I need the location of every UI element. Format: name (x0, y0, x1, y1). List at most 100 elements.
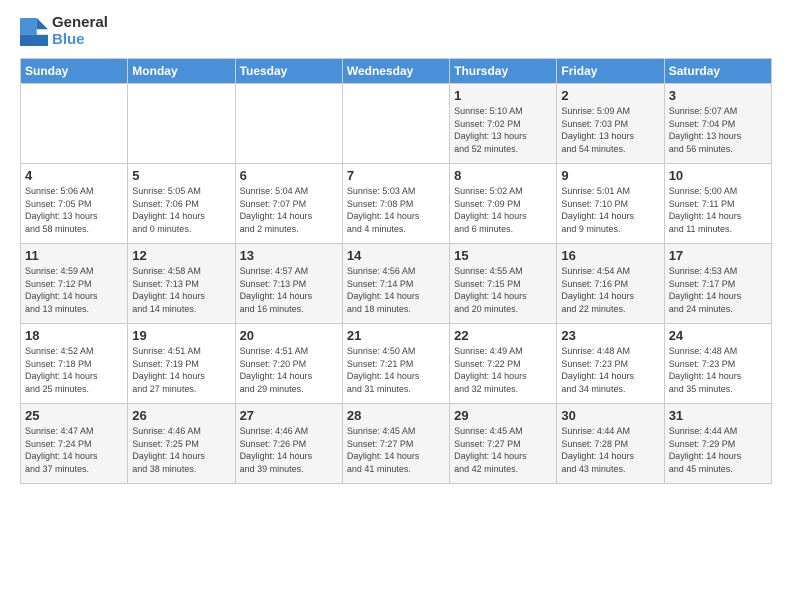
day-info: Sunrise: 5:00 AM Sunset: 7:11 PM Dayligh… (669, 185, 767, 235)
calendar-cell: 18 Sunrise: 4:52 AM Sunset: 7:18 PM Dayli… (21, 324, 128, 404)
calendar-cell: 28 Sunrise: 4:45 AM Sunset: 7:27 PM Dayli… (342, 404, 449, 484)
calendar-cell: 14 Sunrise: 4:56 AM Sunset: 7:14 PM Dayli… (342, 244, 449, 324)
weekday-header-friday: Friday (557, 59, 664, 84)
day-number: 18 (25, 328, 123, 343)
calendar-cell: 2 Sunrise: 5:09 AM Sunset: 7:03 PM Daylig… (557, 84, 664, 164)
day-info: Sunrise: 5:09 AM Sunset: 7:03 PM Dayligh… (561, 105, 659, 155)
calendar-cell: 11 Sunrise: 4:59 AM Sunset: 7:12 PM Dayli… (21, 244, 128, 324)
day-info: Sunrise: 4:48 AM Sunset: 7:23 PM Dayligh… (669, 345, 767, 395)
day-info: Sunrise: 4:57 AM Sunset: 7:13 PM Dayligh… (240, 265, 338, 315)
day-info: Sunrise: 4:46 AM Sunset: 7:25 PM Dayligh… (132, 425, 230, 475)
day-info: Sunrise: 4:44 AM Sunset: 7:28 PM Dayligh… (561, 425, 659, 475)
weekday-header-wednesday: Wednesday (342, 59, 449, 84)
logo: General Blue (20, 15, 108, 48)
calendar-cell: 31Sunrise: 4:44 AM Sunset: 7:29 PM Dayli… (664, 404, 771, 484)
calendar-cell: 19 Sunrise: 4:51 AM Sunset: 7:19 PM Dayli… (128, 324, 235, 404)
header: General Blue (20, 15, 772, 48)
calendar-cell: 12Sunrise: 4:58 AM Sunset: 7:13 PM Dayli… (128, 244, 235, 324)
day-info: Sunrise: 4:52 AM Sunset: 7:18 PM Dayligh… (25, 345, 123, 395)
calendar-cell: 8 Sunrise: 5:02 AM Sunset: 7:09 PM Daylig… (450, 164, 557, 244)
calendar-cell: 24 Sunrise: 4:48 AM Sunset: 7:23 PM Dayli… (664, 324, 771, 404)
day-number: 27 (240, 408, 338, 423)
day-number: 19 (132, 328, 230, 343)
day-info: Sunrise: 4:46 AM Sunset: 7:26 PM Dayligh… (240, 425, 338, 475)
weekday-header-tuesday: Tuesday (235, 59, 342, 84)
day-number: 14 (347, 248, 445, 263)
day-info: Sunrise: 4:45 AM Sunset: 7:27 PM Dayligh… (454, 425, 552, 475)
day-info: Sunrise: 4:55 AM Sunset: 7:15 PM Dayligh… (454, 265, 552, 315)
calendar-cell: 21 Sunrise: 4:50 AM Sunset: 7:21 PM Dayli… (342, 324, 449, 404)
weekday-header-thursday: Thursday (450, 59, 557, 84)
day-info: Sunrise: 5:04 AM Sunset: 7:07 PM Dayligh… (240, 185, 338, 235)
day-number: 12 (132, 248, 230, 263)
day-info: Sunrise: 5:10 AM Sunset: 7:02 PM Dayligh… (454, 105, 552, 155)
calendar-cell (235, 84, 342, 164)
weekday-header-saturday: Saturday (664, 59, 771, 84)
calendar-cell: 22 Sunrise: 4:49 AM Sunset: 7:22 PM Dayli… (450, 324, 557, 404)
day-number: 15 (454, 248, 552, 263)
day-info: Sunrise: 5:03 AM Sunset: 7:08 PM Dayligh… (347, 185, 445, 235)
day-info: Sunrise: 4:47 AM Sunset: 7:24 PM Dayligh… (25, 425, 123, 475)
calendar-cell: 26Sunrise: 4:46 AM Sunset: 7:25 PM Dayli… (128, 404, 235, 484)
day-info: Sunrise: 4:56 AM Sunset: 7:14 PM Dayligh… (347, 265, 445, 315)
day-number: 20 (240, 328, 338, 343)
calendar-table: SundayMondayTuesdayWednesdayThursdayFrid… (20, 58, 772, 484)
day-number: 7 (347, 168, 445, 183)
day-number: 2 (561, 88, 659, 103)
day-number: 17 (669, 248, 767, 263)
calendar-cell: 29 Sunrise: 4:45 AM Sunset: 7:27 PM Dayli… (450, 404, 557, 484)
day-number: 4 (25, 168, 123, 183)
calendar-cell: 5Sunrise: 5:05 AM Sunset: 7:06 PM Daylig… (128, 164, 235, 244)
day-number: 24 (669, 328, 767, 343)
day-number: 30 (561, 408, 659, 423)
day-info: Sunrise: 4:54 AM Sunset: 7:16 PM Dayligh… (561, 265, 659, 315)
calendar-cell: 15 Sunrise: 4:55 AM Sunset: 7:15 PM Dayli… (450, 244, 557, 324)
calendar-cell (342, 84, 449, 164)
day-info: Sunrise: 5:02 AM Sunset: 7:09 PM Dayligh… (454, 185, 552, 235)
calendar-cell: 13Sunrise: 4:57 AM Sunset: 7:13 PM Dayli… (235, 244, 342, 324)
day-number: 10 (669, 168, 767, 183)
day-number: 1 (454, 88, 552, 103)
day-info: Sunrise: 4:59 AM Sunset: 7:12 PM Dayligh… (25, 265, 123, 315)
calendar-cell: 9 Sunrise: 5:01 AM Sunset: 7:10 PM Daylig… (557, 164, 664, 244)
day-number: 8 (454, 168, 552, 183)
day-info: Sunrise: 4:51 AM Sunset: 7:19 PM Dayligh… (132, 345, 230, 395)
calendar-cell (21, 84, 128, 164)
day-number: 11 (25, 248, 123, 263)
calendar-cell: 1 Sunrise: 5:10 AM Sunset: 7:02 PM Daylig… (450, 84, 557, 164)
day-number: 22 (454, 328, 552, 343)
calendar-cell: 23 Sunrise: 4:48 AM Sunset: 7:23 PM Dayli… (557, 324, 664, 404)
page: General Blue SundayMondayTuesdayWednesda… (0, 0, 792, 612)
day-number: 5 (132, 168, 230, 183)
calendar-cell: 17 Sunrise: 4:53 AM Sunset: 7:17 PM Dayli… (664, 244, 771, 324)
day-info: Sunrise: 4:45 AM Sunset: 7:27 PM Dayligh… (347, 425, 445, 475)
logo-icon (20, 18, 48, 46)
calendar-cell: 16Sunrise: 4:54 AM Sunset: 7:16 PM Dayli… (557, 244, 664, 324)
calendar-cell: 3 Sunrise: 5:07 AM Sunset: 7:04 PM Daylig… (664, 84, 771, 164)
calendar-cell: 25 Sunrise: 4:47 AM Sunset: 7:24 PM Dayli… (21, 404, 128, 484)
day-info: Sunrise: 4:49 AM Sunset: 7:22 PM Dayligh… (454, 345, 552, 395)
calendar-cell: 4 Sunrise: 5:06 AM Sunset: 7:05 PM Daylig… (21, 164, 128, 244)
day-number: 9 (561, 168, 659, 183)
day-number: 29 (454, 408, 552, 423)
day-info: Sunrise: 4:53 AM Sunset: 7:17 PM Dayligh… (669, 265, 767, 315)
day-number: 28 (347, 408, 445, 423)
day-info: Sunrise: 5:01 AM Sunset: 7:10 PM Dayligh… (561, 185, 659, 235)
day-number: 25 (25, 408, 123, 423)
calendar-cell: 10 Sunrise: 5:00 AM Sunset: 7:11 PM Dayli… (664, 164, 771, 244)
day-info: Sunrise: 4:51 AM Sunset: 7:20 PM Dayligh… (240, 345, 338, 395)
calendar-cell: 6Sunrise: 5:04 AM Sunset: 7:07 PM Daylig… (235, 164, 342, 244)
day-number: 21 (347, 328, 445, 343)
day-number: 23 (561, 328, 659, 343)
day-info: Sunrise: 4:44 AM Sunset: 7:29 PM Dayligh… (669, 425, 767, 475)
day-info: Sunrise: 5:07 AM Sunset: 7:04 PM Dayligh… (669, 105, 767, 155)
day-info: Sunrise: 4:50 AM Sunset: 7:21 PM Dayligh… (347, 345, 445, 395)
weekday-header-monday: Monday (128, 59, 235, 84)
day-info: Sunrise: 4:48 AM Sunset: 7:23 PM Dayligh… (561, 345, 659, 395)
calendar-cell (128, 84, 235, 164)
calendar-cell: 20 Sunrise: 4:51 AM Sunset: 7:20 PM Dayli… (235, 324, 342, 404)
day-number: 3 (669, 88, 767, 103)
calendar-cell: 30 Sunrise: 4:44 AM Sunset: 7:28 PM Dayli… (557, 404, 664, 484)
day-info: Sunrise: 5:06 AM Sunset: 7:05 PM Dayligh… (25, 185, 123, 235)
calendar-cell: 27 Sunrise: 4:46 AM Sunset: 7:26 PM Dayli… (235, 404, 342, 484)
